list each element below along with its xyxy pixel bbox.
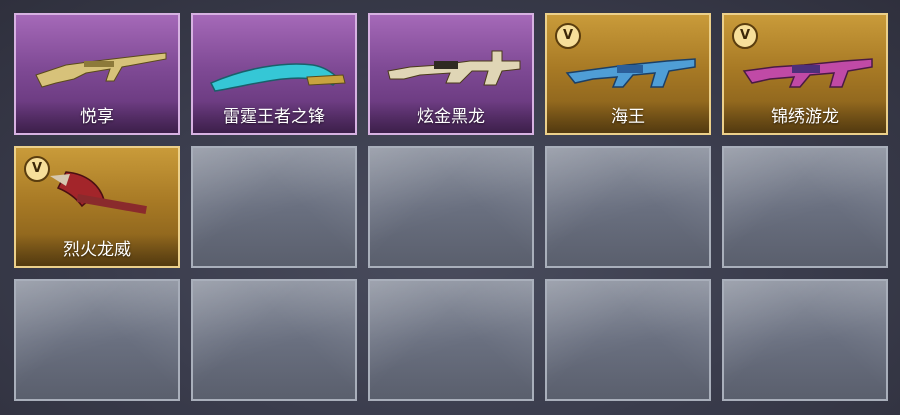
weapon-inventory-grid: 悦享 雷霆王者之锋 炫金黑龙 V 海王 V 锦绣游龙 V 烈火龙威	[0, 0, 900, 415]
rifle-icon	[565, 58, 696, 88]
weapon-name: 烈火龙威	[16, 234, 178, 266]
empty-slot-12[interactable]	[191, 279, 357, 401]
weapon-name: 悦享	[16, 101, 178, 133]
weapon-slot-2[interactable]: 雷霆王者之锋	[191, 13, 357, 135]
empty-slot-7[interactable]	[191, 146, 357, 268]
rifle-icon	[742, 58, 873, 88]
weapon-name: 海王	[547, 101, 709, 133]
weapon-slot-6[interactable]: V 烈火龙威	[14, 146, 180, 268]
rifle-icon	[35, 52, 167, 88]
weapon-slot-4[interactable]: V 海王	[545, 13, 711, 135]
empty-slot-13[interactable]	[368, 279, 534, 401]
empty-slot-8[interactable]	[368, 146, 534, 268]
empty-slot-15[interactable]	[722, 279, 888, 401]
empty-slot-10[interactable]	[722, 146, 888, 268]
weapon-slot-5[interactable]: V 锦绣游龙	[722, 13, 888, 135]
weapon-slot-1[interactable]: 悦享	[14, 13, 180, 135]
weapon-slot-3[interactable]: 炫金黑龙	[368, 13, 534, 135]
blade-icon	[209, 63, 346, 92]
empty-slot-11[interactable]	[14, 279, 180, 401]
axe-icon	[50, 171, 147, 215]
weapon-name: 雷霆王者之锋	[193, 101, 355, 133]
weapon-name: 锦绣游龙	[724, 101, 886, 133]
empty-slot-14[interactable]	[545, 279, 711, 401]
rifle-icon	[387, 50, 521, 86]
weapon-name: 炫金黑龙	[370, 101, 532, 133]
empty-slot-9[interactable]	[545, 146, 711, 268]
